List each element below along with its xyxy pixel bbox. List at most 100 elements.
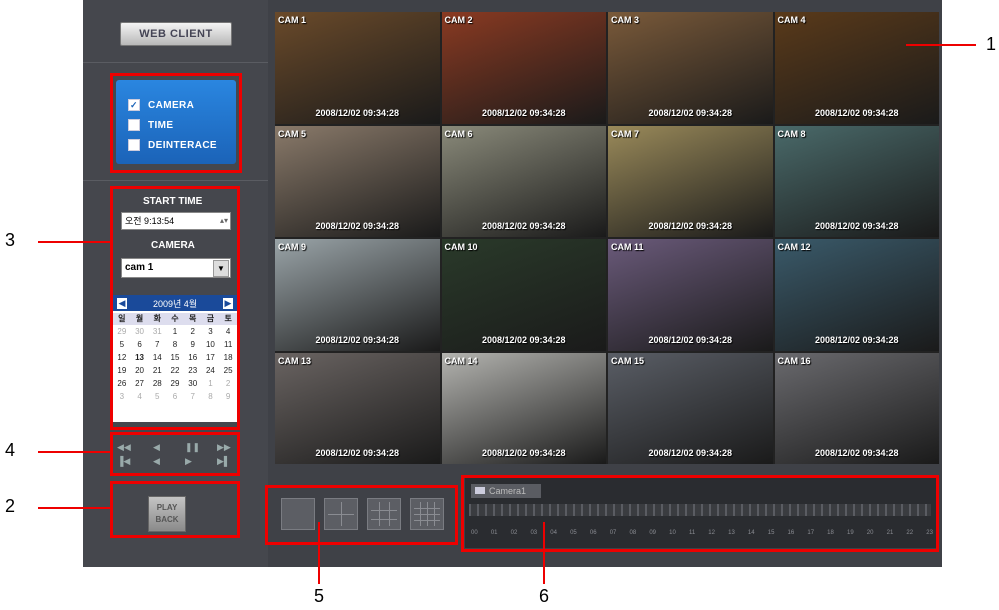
layout-3x3-button[interactable] (367, 498, 401, 530)
camera-view[interactable]: CAM 1 2008/12/02 09:34:28 (275, 12, 440, 124)
chevron-down-icon[interactable]: ▼ (213, 260, 229, 277)
checkbox-icon[interactable] (128, 139, 140, 151)
calendar-day[interactable]: 11 (219, 339, 237, 351)
calendar-day[interactable]: 30 (184, 378, 202, 390)
calendar-day[interactable]: 31 (148, 326, 166, 338)
calendar-day[interactable]: 13 (131, 352, 149, 364)
play-icon[interactable]: ▶ (185, 456, 192, 467)
camera-view[interactable]: CAM 5 2008/12/02 09:34:28 (275, 125, 440, 237)
calendar-day[interactable]: 20 (131, 365, 149, 377)
layout-2x2-button[interactable] (324, 498, 358, 530)
option-time[interactable]: TIME (128, 118, 174, 132)
calendar-day[interactable]: 15 (166, 352, 184, 364)
calendar-day[interactable]: 25 (219, 365, 237, 377)
calendar-day[interactable]: 22 (166, 365, 184, 377)
calendar-day[interactable]: 3 (202, 326, 220, 338)
weekday-label: 수 (166, 313, 184, 325)
calendar-day[interactable]: 4 (219, 326, 237, 338)
calendar-day[interactable]: 6 (131, 339, 149, 351)
playback-label: BACK (155, 515, 179, 524)
option-camera[interactable]: ✓ CAMERA (128, 98, 194, 112)
calendar-day[interactable]: 23 (184, 365, 202, 377)
calendar-day[interactable]: 29 (113, 326, 131, 338)
camera-view[interactable]: CAM 15 2008/12/02 09:34:28 (608, 352, 773, 464)
layout-4x4-button[interactable] (410, 498, 444, 530)
camera-view[interactable]: CAM 8 2008/12/02 09:34:28 (774, 125, 939, 237)
fast-forward-icon[interactable]: ▶▶ (217, 442, 231, 453)
calendar-day[interactable]: 24 (202, 365, 220, 377)
camera-view[interactable]: CAM 16 2008/12/02 09:34:28 (774, 352, 939, 464)
calendar-day[interactable]: 1 (202, 378, 220, 390)
option-label: DEINTERACE (148, 139, 218, 151)
calendar-day[interactable]: 16 (184, 352, 202, 364)
camera-view[interactable]: CAM 7 2008/12/02 09:34:28 (608, 125, 773, 237)
hour-label: 19 (846, 530, 854, 536)
playback-button[interactable]: PLAY BACK (148, 496, 186, 532)
checkbox-icon[interactable] (128, 119, 140, 131)
option-label: TIME (148, 119, 174, 131)
calendar-day[interactable]: 27 (131, 378, 149, 390)
rewind-icon[interactable]: ◀◀ (117, 442, 131, 453)
calendar-day[interactable]: 8 (202, 391, 220, 403)
camera-view[interactable]: CAM 10 2008/12/02 09:34:28 (441, 239, 606, 351)
calendar-day[interactable]: 7 (184, 391, 202, 403)
callout-number: 2 (5, 496, 16, 516)
camera-view[interactable]: CAM 2 2008/12/02 09:34:28 (441, 12, 606, 124)
camera-view[interactable]: CAM 3 2008/12/02 09:34:28 (608, 12, 773, 124)
camera-icon (475, 487, 485, 494)
camera-select[interactable]: cam 1 ▼ (121, 258, 231, 278)
calendar-day[interactable]: 2 (184, 326, 202, 338)
play-reverse-icon[interactable]: ◀ (153, 442, 160, 453)
calendar-day[interactable]: 19 (113, 365, 131, 377)
calendar-day[interactable]: 14 (148, 352, 166, 364)
calendar-day[interactable]: 10 (202, 339, 220, 351)
option-deinterace[interactable]: DEINTERACE (128, 138, 217, 152)
prev-month-icon[interactable]: ◀ (117, 297, 127, 309)
next-month-icon[interactable]: ▶ (223, 297, 233, 309)
callout-arrow (318, 522, 320, 584)
timeline-bar[interactable] (469, 504, 931, 516)
camera-view[interactable]: CAM 4 2008/12/02 09:34:28 (774, 12, 939, 124)
camera-view[interactable]: CAM 6 2008/12/02 09:34:28 (441, 125, 606, 237)
calendar-day[interactable]: 12 (113, 352, 131, 364)
step-back-icon[interactable]: ◀ (153, 456, 160, 467)
calendar-day[interactable]: 5 (148, 391, 166, 403)
calendar-day[interactable]: 9 (184, 339, 202, 351)
camera-view[interactable]: CAM 14 2008/12/02 09:34:28 (441, 352, 606, 464)
calendar-day[interactable]: 8 (166, 339, 184, 351)
hour-label: 14 (747, 530, 755, 536)
calendar-day[interactable]: 29 (166, 378, 184, 390)
camera-view[interactable]: CAM 13 2008/12/02 09:34:28 (275, 352, 440, 464)
calendar-day[interactable]: 1 (166, 326, 184, 338)
calendar-day[interactable]: 2 (219, 378, 237, 390)
calendar-day[interactable]: 6 (166, 391, 184, 403)
spinner-icon[interactable]: ▴▾ (220, 213, 228, 229)
calendar-header: ◀ 2009년 4월 ▶ (113, 295, 237, 311)
layout-1x1-button[interactable] (281, 498, 315, 530)
start-time-input[interactable]: 오전 9:13:54 ▴▾ (121, 212, 231, 230)
pause-icon[interactable]: ❚❚ (185, 442, 200, 453)
hour-label: 23 (926, 530, 933, 536)
calendar-day[interactable]: 7 (148, 339, 166, 351)
calendar-day[interactable]: 3 (113, 391, 131, 403)
time-value: 오전 9:13:54 (125, 216, 175, 226)
camera-view[interactable]: CAM 12 2008/12/02 09:34:28 (774, 239, 939, 351)
calendar-day[interactable]: 26 (113, 378, 131, 390)
skip-end-icon[interactable]: ▶▌ (217, 456, 230, 467)
hour-label: 08 (629, 530, 637, 536)
calendar-day[interactable]: 30 (131, 326, 149, 338)
calendar-day[interactable]: 18 (219, 352, 237, 364)
calendar-day[interactable]: 5 (113, 339, 131, 351)
calendar-day[interactable]: 21 (148, 365, 166, 377)
calendar-day[interactable]: 28 (148, 378, 166, 390)
camera-timestamp: 2008/12/02 09:34:28 (648, 107, 733, 118)
camera-view[interactable]: CAM 11 2008/12/02 09:34:28 (608, 239, 773, 351)
camera-view[interactable]: CAM 9 2008/12/02 09:34:28 (275, 239, 440, 351)
skip-start-icon[interactable]: ▐◀ (117, 456, 130, 467)
calendar-day[interactable]: 4 (131, 391, 149, 403)
checkbox-checked-icon[interactable]: ✓ (128, 99, 140, 111)
calendar-day[interactable]: 17 (202, 352, 220, 364)
timeline-tab[interactable]: Camera1 (471, 484, 541, 498)
weekday-label: 토 (219, 313, 237, 325)
calendar-day[interactable]: 9 (219, 391, 237, 403)
